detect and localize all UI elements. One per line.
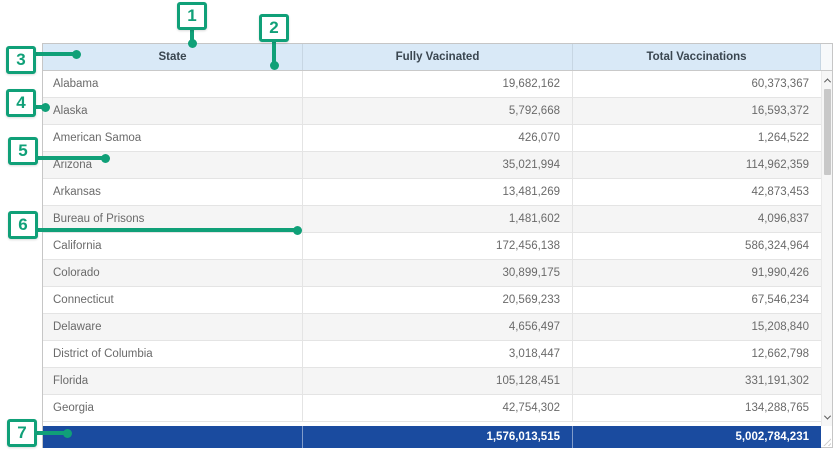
cell-state: California [43,233,303,259]
cell-fully-vaccinated: 426,070 [303,125,573,151]
scroll-up-button[interactable] [822,73,832,87]
chevron-down-icon [823,412,830,419]
vaccination-table-widget: State Fully Vacinated Total Vaccinations… [42,43,833,448]
cell-state: Alabama [43,71,303,97]
table-row[interactable]: District of Columbia 3,018,447 12,662,79… [43,341,821,368]
table-row[interactable]: California 172,456,138 586,324,964 [43,233,821,260]
cell-total-vaccinations: 60,373,367 [573,71,821,97]
callout-line [35,52,76,56]
chevron-up-icon [823,78,830,85]
cell-fully-vaccinated: 105,128,451 [303,368,573,394]
cell-total-vaccinations: 67,546,234 [573,287,821,313]
resize-grip-icon [823,438,831,446]
header-scrollbar-corner [821,44,832,70]
scroll-down-button[interactable] [822,410,832,424]
callout-dot [188,39,197,48]
cell-fully-vaccinated: 172,456,138 [303,233,573,259]
callout-badge: 7 [7,419,37,447]
callout-badge: 3 [6,46,36,74]
column-header-state: State [43,44,303,70]
totals-total-vaccinations: 5,002,784,231 [573,426,821,448]
table-row[interactable]: Alabama 19,682,162 60,373,367 [43,71,821,98]
cell-total-vaccinations: 16,593,372 [573,98,821,124]
cell-fully-vaccinated: 1,481,602 [303,206,573,232]
column-header-total-vaccinations: Total Vaccinations [573,44,821,70]
cell-total-vaccinations: 42,873,453 [573,179,821,205]
table-body: Alabama 19,682,162 60,373,367 Alaska 5,7… [43,71,821,426]
callout-dot [63,429,72,438]
cell-total-vaccinations: 15,208,840 [573,314,821,340]
cell-fully-vaccinated: 4,656,497 [303,314,573,340]
cell-total-vaccinations: 331,191,302 [573,368,821,394]
cell-state: Florida [43,368,303,394]
table-row[interactable]: Alaska 5,792,668 16,593,372 [43,98,821,125]
callout-dot [270,61,279,70]
totals-row: 1,576,013,515 5,002,784,231 [43,426,821,448]
callout-line [36,228,297,232]
cell-fully-vaccinated: 13,481,269 [303,179,573,205]
cell-state: Georgia [43,395,303,421]
callout-dot [293,226,302,235]
cell-total-vaccinations: 91,990,426 [573,260,821,286]
table-row[interactable]: Arizona 35,021,994 114,962,359 [43,152,821,179]
totals-state-cell [43,426,303,448]
callout-line [36,156,105,160]
callout-dot [72,50,81,59]
callout-badge: 2 [259,14,289,42]
callout-badge: 1 [177,2,207,30]
cell-state: Delaware [43,314,303,340]
table-header-row: State Fully Vacinated Total Vaccinations [43,44,832,71]
cell-state: Colorado [43,260,303,286]
table-row[interactable]: Colorado 30,899,175 91,990,426 [43,260,821,287]
cell-total-vaccinations: 114,962,359 [573,152,821,178]
cell-total-vaccinations: 586,324,964 [573,233,821,259]
cell-fully-vaccinated: 30,899,175 [303,260,573,286]
callout-dot [41,103,50,112]
table-row[interactable]: Connecticut 20,569,233 67,546,234 [43,287,821,314]
callout-dot [101,154,110,163]
callout-badge: 4 [6,89,36,117]
cell-fully-vaccinated: 19,682,162 [303,71,573,97]
cell-state: Arkansas [43,179,303,205]
cell-state: Alaska [43,98,303,124]
cell-fully-vaccinated: 20,569,233 [303,287,573,313]
cell-state: American Samoa [43,125,303,151]
callout-badge: 6 [8,211,38,239]
table-row[interactable]: American Samoa 426,070 1,264,522 [43,125,821,152]
cell-total-vaccinations: 1,264,522 [573,125,821,151]
dashboard-table-page: State Fully Vacinated Total Vaccinations… [0,0,833,453]
scrollbar-thumb[interactable] [824,89,831,175]
table-row[interactable]: Georgia 42,754,302 134,288,765 [43,395,821,422]
cell-total-vaccinations: 134,288,765 [573,395,821,421]
cell-fully-vaccinated: 35,021,994 [303,152,573,178]
cell-total-vaccinations: 12,662,798 [573,341,821,367]
cell-state: District of Columbia [43,341,303,367]
table-row[interactable]: Arkansas 13,481,269 42,873,453 [43,179,821,206]
vertical-scrollbar[interactable] [821,71,832,426]
callout-badge: 5 [8,137,38,165]
table-row[interactable]: Delaware 4,656,497 15,208,840 [43,314,821,341]
cell-fully-vaccinated: 5,792,668 [303,98,573,124]
cell-fully-vaccinated: 42,754,302 [303,395,573,421]
totals-fully-vaccinated: 1,576,013,515 [303,426,573,448]
table-row[interactable]: Florida 105,128,451 331,191,302 [43,368,821,395]
cell-state: Connecticut [43,287,303,313]
cell-total-vaccinations: 4,096,837 [573,206,821,232]
column-header-fully-vaccinated: Fully Vacinated [303,44,573,70]
cell-fully-vaccinated: 3,018,447 [303,341,573,367]
